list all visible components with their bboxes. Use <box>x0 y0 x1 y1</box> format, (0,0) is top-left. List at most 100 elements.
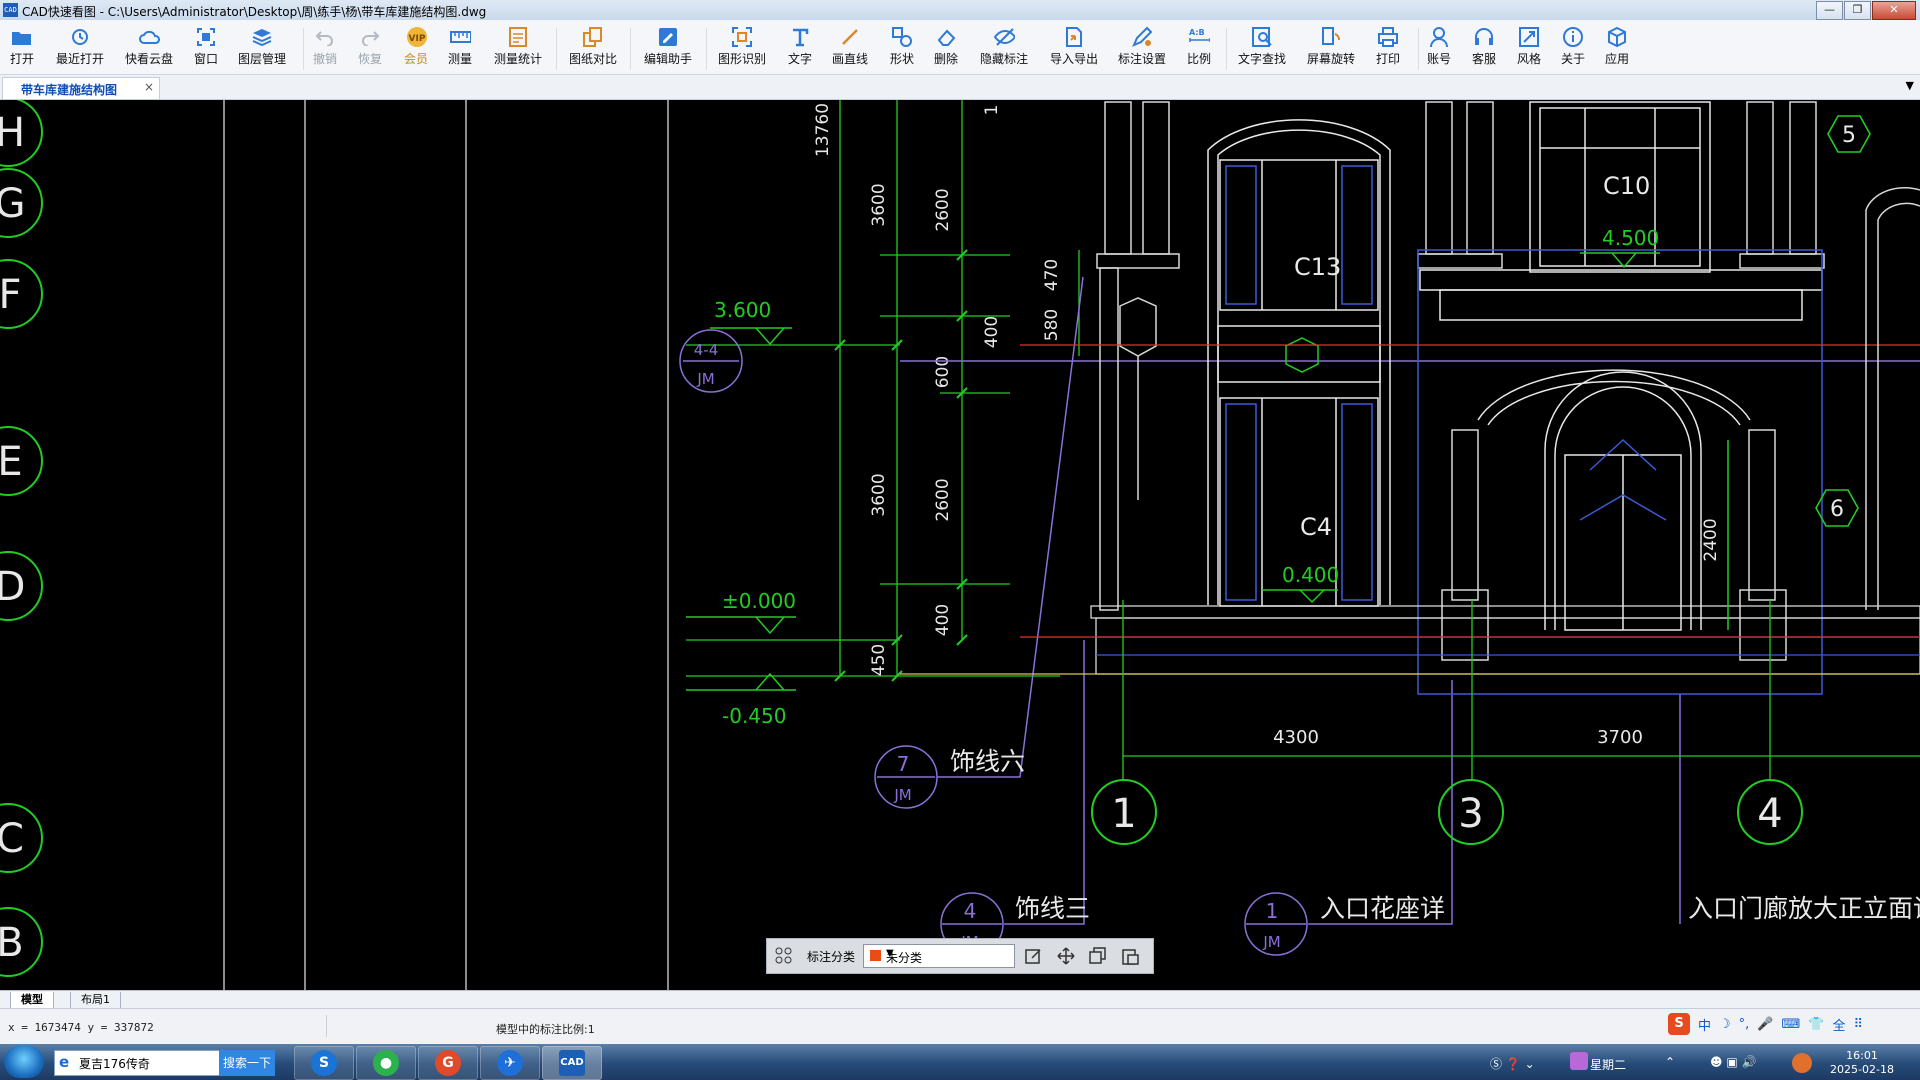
support-button[interactable]: 客服 <box>1472 26 1496 72</box>
folder-icon <box>11 26 33 48</box>
dim-400-lower: 400 <box>933 604 953 636</box>
window-c13: C13 <box>1294 253 1341 281</box>
hide-annotation-button[interactable]: 隐藏标注 <box>980 26 1028 72</box>
start-button[interactable] <box>4 1046 44 1078</box>
taskbar-wechat[interactable]: ● <box>356 1046 416 1080</box>
draw-line-button[interactable]: 画直线 <box>832 26 868 72</box>
tray-sogou-icon[interactable]: Ⓢ ❓ ⌄ <box>1490 1055 1535 1072</box>
measure-stats-button[interactable]: 测量统计 <box>494 26 542 72</box>
window-button[interactable]: 窗口 <box>194 26 218 72</box>
vip-icon: VIP <box>405 26 427 48</box>
search-button[interactable]: 搜索一下 <box>219 1050 275 1076</box>
clock-time: 16:01 <box>1846 1049 1878 1062</box>
taskbar-app[interactable]: ✈ <box>480 1046 540 1080</box>
layout-tab-bar: 模型 布局1 <box>0 990 1920 1009</box>
annotation-settings-icon <box>1131 26 1153 48</box>
account-button[interactable]: 账号 <box>1427 26 1451 72</box>
print-button[interactable]: 打印 <box>1376 26 1400 72</box>
copy-icon[interactable] <box>1089 947 1107 965</box>
tray-app-icon[interactable] <box>1792 1053 1812 1073</box>
hide-eye-icon <box>993 26 1015 48</box>
dim-2600-lower: 2600 <box>933 478 953 521</box>
compare-drawings-button[interactable]: 图纸对比 <box>569 26 617 72</box>
text-button[interactable]: 文字 <box>788 26 812 72</box>
measure-button[interactable]: 测量 <box>448 26 472 72</box>
tab-model[interactable]: 模型 <box>10 992 54 1009</box>
taskbar-search-box[interactable]: e 夏吉176传奇 <box>54 1050 221 1076</box>
move-icon[interactable] <box>1057 947 1075 965</box>
measure-stats-icon <box>507 26 529 48</box>
tray-icons[interactable]: ☻ ▣ 🔊 <box>1710 1055 1756 1069</box>
tab-layout1[interactable]: 布局1 <box>70 992 121 1009</box>
redo-button[interactable]: 恢复 <box>358 26 382 72</box>
ime-mic-icon[interactable]: 🎤 <box>1757 1017 1773 1032</box>
cloud-drive-button[interactable]: 快看云盘 <box>125 26 173 72</box>
style-button[interactable]: 风格 <box>1517 26 1541 72</box>
delete-button[interactable]: 删除 <box>934 26 958 72</box>
open-button[interactable]: 打开 <box>10 26 34 72</box>
about-button[interactable]: 关于 <box>1561 26 1585 72</box>
cad-app-icon: CAD <box>559 1050 585 1076</box>
ime-chinese-toggle[interactable]: 中 <box>1698 1015 1711 1034</box>
taskbar-sogou-browser[interactable]: S <box>294 1046 354 1080</box>
tab-list-dropdown-icon[interactable]: ▼ <box>1906 79 1914 92</box>
taskbar-browser[interactable]: G <box>418 1046 478 1080</box>
text-search-icon <box>1251 26 1273 48</box>
taskbar-cad-viewer[interactable]: CAD <box>542 1046 602 1080</box>
shapes-button[interactable]: 形状 <box>890 26 914 72</box>
ime-menu-icon[interactable]: ⠿ <box>1853 1017 1863 1032</box>
label-trim-three: 饰线三 <box>1015 894 1090 923</box>
vip-button[interactable]: VIP 会员 <box>404 26 428 72</box>
tray-expand-icon[interactable]: ⌃ <box>1665 1055 1675 1069</box>
ime-keyboard-icon[interactable]: ⌨ <box>1782 1017 1801 1032</box>
grid-view-icon[interactable] <box>775 947 793 965</box>
annotation-settings-button[interactable]: 标注设置 <box>1118 26 1166 72</box>
detail-sheet-b: JM <box>893 786 911 804</box>
annotation-category-select[interactable]: 未分类 ▼ <box>863 944 1015 968</box>
windows-taskbar: e 夏吉176传奇 搜索一下 S ● G ✈ CAD Ⓢ ❓ ⌄ 星期二 ⌃ ☻… <box>0 1044 1920 1080</box>
edit-assistant-icon <box>657 26 679 48</box>
paste-icon[interactable] <box>1121 947 1139 965</box>
close-button[interactable]: ✕ <box>1872 1 1916 20</box>
search-text: 夏吉176传奇 <box>79 1057 150 1071</box>
drawing-canvas[interactable]: H G F E D C B 13760 3600 3600 450 2600 6… <box>0 100 1920 990</box>
shape-recognition-button[interactable]: 图形识别 <box>718 26 766 72</box>
tab-drawing[interactable]: 带车库建施结构图 × <box>2 77 160 99</box>
undo-button[interactable]: 撤销 <box>313 26 337 72</box>
apps-button[interactable]: 应用 <box>1605 26 1629 72</box>
recent-open-button[interactable]: 最近打开 <box>56 26 104 72</box>
status-bar: x = 1673474 y = 337872 模型中的标注比例:1 <box>0 1008 1920 1045</box>
minimize-button[interactable]: — <box>1816 1 1843 20</box>
label-trim-six: 饰线六 <box>950 747 1025 776</box>
tab-close-icon[interactable]: × <box>144 80 154 94</box>
dim-580: 580 <box>1042 309 1062 341</box>
grid-label-b: B <box>0 920 24 966</box>
title-bar: CAD CAD快速看图 - C:\Users\Administrator\Des… <box>0 0 1920 20</box>
grid-label-c: C <box>0 816 24 862</box>
layer-manager-button[interactable]: 图层管理 <box>238 26 286 72</box>
edit-icon[interactable] <box>1025 947 1043 965</box>
taskbar-clock[interactable]: 16:01 2025-02-18 <box>1827 1049 1897 1077</box>
import-export-button[interactable]: 导入导出 <box>1050 26 1098 72</box>
maximize-button[interactable]: ❐ <box>1844 1 1871 20</box>
ruler-icon <box>449 26 471 48</box>
clock-date: 2025-02-18 <box>1830 1063 1894 1076</box>
dim-3600-upper: 3600 <box>869 183 889 226</box>
dim-2600-upper: 2600 <box>933 188 953 231</box>
ie-icon: e <box>59 1053 70 1071</box>
rotate-screen-button[interactable]: 屏幕旋转 <box>1307 26 1355 72</box>
calendar-icon[interactable] <box>1570 1052 1588 1070</box>
ime-skin-icon[interactable]: 👕 <box>1808 1017 1824 1032</box>
dim-3700: 3700 <box>1597 727 1643 748</box>
scale-button[interactable]: A:B 比例 <box>1187 26 1211 72</box>
ime-moon-icon[interactable]: ☽ <box>1719 1017 1731 1032</box>
svg-text:VIP: VIP <box>409 34 426 44</box>
ime-fullwidth-toggle[interactable]: 全 <box>1832 1015 1845 1034</box>
headset-icon <box>1473 26 1495 48</box>
annotation-scale: 模型中的标注比例:1 <box>496 1023 595 1036</box>
sogou-ime-icon[interactable]: S <box>1668 1013 1690 1035</box>
info-icon <box>1562 26 1584 48</box>
ime-punctuation-icon[interactable]: °, <box>1739 1017 1750 1032</box>
text-search-button[interactable]: 文字查找 <box>1238 26 1286 72</box>
edit-assistant-button[interactable]: 编辑助手 <box>644 26 692 72</box>
